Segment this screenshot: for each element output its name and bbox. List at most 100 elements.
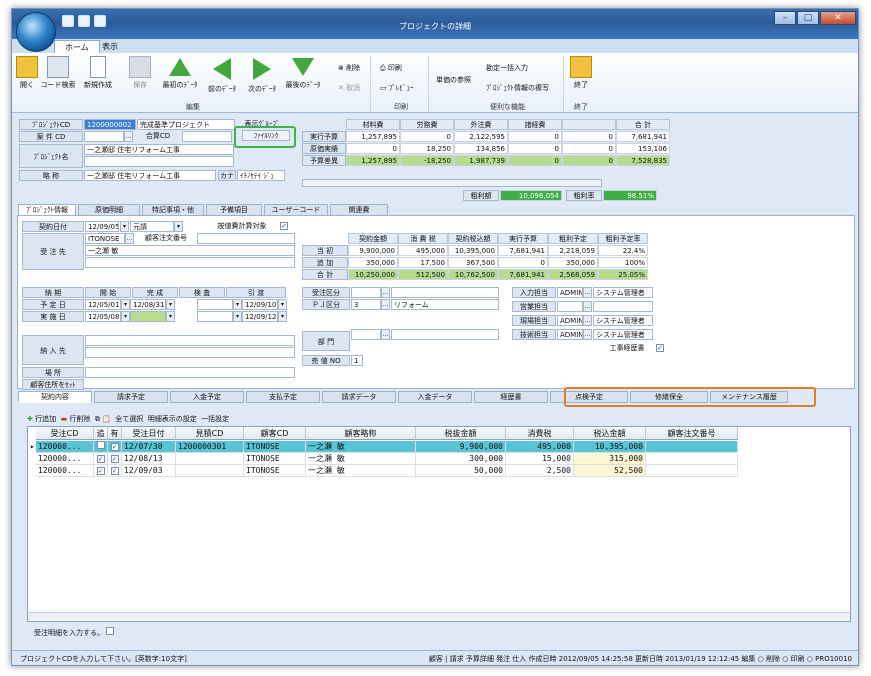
list-col-header[interactable]: 受注日付 <box>122 427 176 440</box>
list-col-header[interactable]: 受注CD <box>36 427 94 440</box>
list-settings-button[interactable]: 明細表示の設定 <box>148 415 197 423</box>
pj-kbn-code[interactable]: 3 <box>351 299 381 310</box>
cancel-button[interactable]: ✕ 取消 <box>338 83 360 93</box>
schedule-date-dropdown[interactable]: ▾ <box>278 299 287 310</box>
list-cell-add[interactable]: ✓ <box>94 453 108 465</box>
list-col-header[interactable]: 顧客注文番号 <box>646 427 738 440</box>
pct-checkbox[interactable]: ✓ <box>280 222 288 230</box>
list-col-header[interactable]: 消費税 <box>506 427 574 440</box>
schedule-date-dropdown[interactable]: ▾ <box>121 311 130 322</box>
row-checkbox[interactable] <box>96 441 105 449</box>
customer-order-input[interactable] <box>197 233 295 244</box>
tanto-lookup[interactable]: … <box>583 287 592 298</box>
tanto-lookup[interactable]: … <box>583 315 592 326</box>
list-hscrollbar[interactable] <box>28 612 850 621</box>
schedule-date-input[interactable] <box>197 311 233 322</box>
minimize-button[interactable]: – <box>774 11 796 25</box>
tanto-code-input[interactable]: ADMIN <box>557 329 583 340</box>
schedule-date-input[interactable]: 12/08/31 <box>130 299 166 310</box>
exit-button[interactable]: 終了 <box>570 56 592 90</box>
detail-tab[interactable]: 請求予定 <box>94 391 168 403</box>
detail-tab[interactable]: 経歴書 <box>474 391 548 403</box>
list-cell-add[interactable] <box>94 441 108 453</box>
detail-tab[interactable]: 請求データ <box>322 391 396 403</box>
first-data-button[interactable]: 最初のﾃﾞｰﾀ <box>160 56 200 90</box>
delivery-input-2[interactable] <box>85 347 295 358</box>
project-name-2-input[interactable] <box>84 156 234 167</box>
save-button[interactable]: 保存 <box>128 56 152 90</box>
copy-info-button[interactable]: ﾌﾟﾛｼﾞｪｸﾄ情報の複写 <box>486 83 549 93</box>
list-col-header[interactable]: 税抜金額 <box>416 427 506 440</box>
app-orb-icon[interactable] <box>16 12 56 52</box>
list-cell-has[interactable]: ✓ <box>108 453 122 465</box>
schedule-date-input[interactable] <box>197 299 233 310</box>
case-cd-lookup[interactable]: … <box>124 131 133 142</box>
moto-select[interactable]: 元請 <box>130 221 174 232</box>
prev-data-button[interactable]: 前のﾃﾞｰﾀ <box>204 56 240 94</box>
customer-name-2-input[interactable] <box>85 257 295 268</box>
bulk-input-button[interactable]: 勘定一括入力 <box>486 63 528 73</box>
list-cell-has[interactable]: ✓ <box>108 465 122 477</box>
tab-view[interactable]: 表示 <box>92 40 128 53</box>
contract-date-input[interactable]: 12/09/05 <box>85 221 119 232</box>
detail-tab[interactable]: 契約内容 <box>18 391 92 403</box>
dept-lookup[interactable]: … <box>381 329 390 340</box>
tanto-code-input[interactable] <box>557 301 583 312</box>
detail-tab[interactable]: 入金データ <box>398 391 472 403</box>
preview-button[interactable]: ▭ ﾌﾟﾚﾋﾞｭｰ <box>380 83 413 93</box>
project-cd-input[interactable]: 1200000002 <box>84 119 136 130</box>
new-button[interactable]: 新規作成 <box>80 56 116 90</box>
add-row-button[interactable]: 行追加 <box>35 415 56 423</box>
row-checkbox[interactable]: ✓ <box>96 467 105 475</box>
schedule-date-dropdown[interactable]: ▾ <box>233 299 242 310</box>
table-row[interactable]: ▸ 120000... ✓ 12/07/30 1200000301 ITONOSE 一之瀬 … <box>28 441 850 453</box>
combined-cd-input[interactable] <box>182 131 232 142</box>
tanto-code-input[interactable]: ADMIN <box>557 315 583 326</box>
order-kbn-lookup[interactable]: … <box>381 287 390 298</box>
customer-name-input[interactable]: 一之瀬 敏 <box>85 245 295 256</box>
customer-code-input[interactable]: ITONOSE <box>85 233 125 244</box>
customer-lookup[interactable]: … <box>125 233 134 244</box>
case-cd-input[interactable] <box>84 131 124 142</box>
schedule-date-dropdown[interactable]: ▾ <box>166 311 175 322</box>
row-checkbox[interactable]: ✓ <box>110 443 119 451</box>
schedule-date-input[interactable]: 12/09/12 <box>242 311 278 322</box>
kouji-checkbox[interactable]: ✓ <box>656 344 664 352</box>
table-row[interactable]: 120000... ✓ ✓ 12/08/13 ITONOSE 一之瀬 敏 300,000 15… <box>28 453 850 465</box>
close-button[interactable]: ✕ <box>820 11 856 25</box>
list-col-header[interactable]: 見積CD <box>176 427 244 440</box>
seq-input[interactable]: 1 <box>351 355 363 366</box>
list-col-header[interactable]: 顧客CD <box>244 427 306 440</box>
schedule-date-input[interactable]: 12/09/10 <box>242 299 278 310</box>
delete-row-button[interactable]: 行削除 <box>69 415 90 423</box>
list-cell-cd[interactable]: 120000... <box>36 465 94 477</box>
moto-dropdown[interactable]: ▾ <box>174 221 183 232</box>
open-button[interactable]: 開く <box>16 56 38 90</box>
delivery-input-1[interactable] <box>85 335 295 346</box>
schedule-date-input[interactable]: 12/05/01 <box>85 299 121 310</box>
list-cell-add[interactable]: ✓ <box>94 465 108 477</box>
cost-grid-scrollbar[interactable] <box>302 179 602 187</box>
delete-button[interactable]: ⊗ 削除 <box>338 63 360 73</box>
row-checkbox[interactable]: ✓ <box>96 455 105 463</box>
copy-icon[interactable]: ⧉ <box>95 415 100 423</box>
print-button[interactable]: ⎙ 印刷 <box>380 63 402 73</box>
detail-tab[interactable]: 支払予定 <box>246 391 320 403</box>
row-checkbox[interactable]: ✓ <box>110 467 119 475</box>
bulk-set-button[interactable]: 一括設定 <box>201 415 229 423</box>
footer-checkbox[interactable] <box>106 627 115 635</box>
schedule-date-input[interactable]: 12/05/08 <box>85 311 121 322</box>
code-search-button[interactable]: コード検索 <box>40 56 76 90</box>
list-col-header[interactable]: 追 <box>94 427 108 440</box>
pj-kbn-lookup[interactable]: … <box>381 299 390 310</box>
place-input[interactable] <box>85 367 295 378</box>
list-col-header[interactable]: 有 <box>108 427 122 440</box>
detail-tab[interactable]: 入金予定 <box>170 391 244 403</box>
list-col-header[interactable]: 税込金額 <box>574 427 646 440</box>
dept-input[interactable] <box>351 329 381 340</box>
project-name-input[interactable]: 一之瀬邸 住宅リフォーム工事 <box>84 144 234 155</box>
list-cell-cd[interactable]: 120000... <box>36 441 94 453</box>
contract-date-dropdown[interactable]: ▾ <box>120 221 129 232</box>
schedule-date-dropdown[interactable]: ▾ <box>121 299 130 310</box>
project-title-input[interactable]: 完成基準プロジェクト <box>137 119 235 130</box>
